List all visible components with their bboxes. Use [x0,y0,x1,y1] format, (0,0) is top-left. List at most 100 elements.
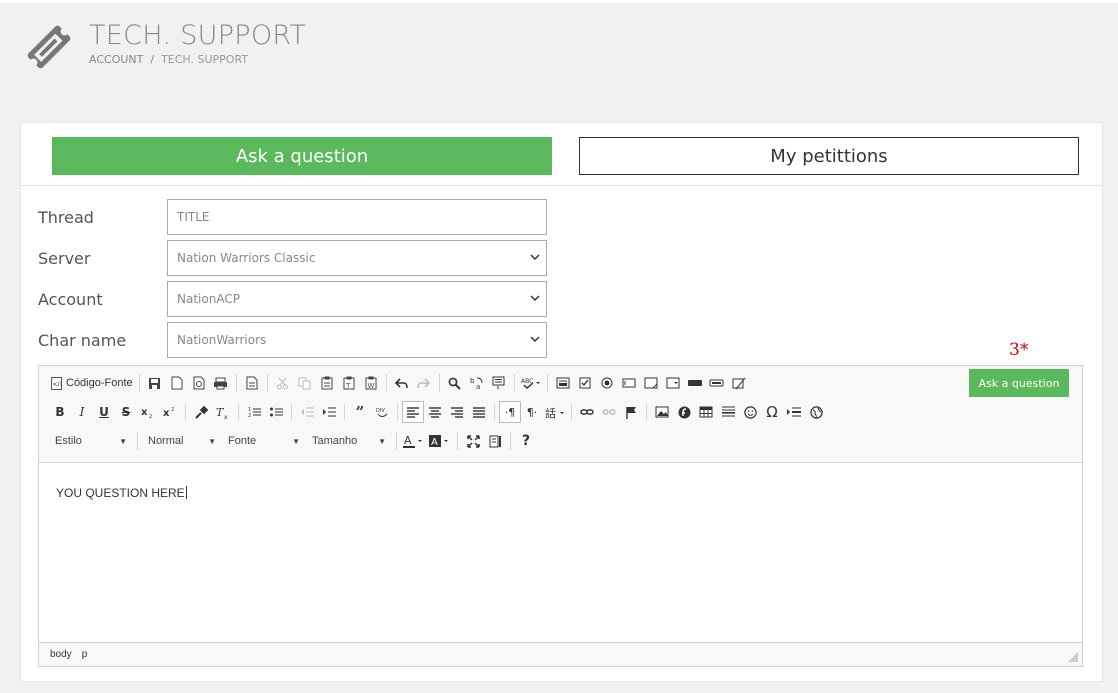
textarea-icon[interactable] [640,372,662,394]
svg-text:a: a [476,383,480,390]
breadcrumb-account[interactable]: ACCOUNT [89,53,143,66]
svg-text:x: x [141,407,148,418]
format-dropdown[interactable]: Normal ▼ [142,430,222,452]
toolbar-separator [344,403,345,421]
redo-icon[interactable] [413,372,435,394]
path-body[interactable]: body [50,649,72,660]
bulleted-list-icon[interactable] [265,401,287,423]
indent-icon[interactable] [318,401,340,423]
svg-text:W: W [367,382,374,390]
print-icon[interactable] [210,372,232,394]
copy-icon[interactable] [294,372,316,394]
paste-word-icon[interactable]: W [360,372,382,394]
strikethrough-icon[interactable]: S [115,401,137,423]
cut-icon[interactable] [272,372,294,394]
iframe-globe-icon[interactable] [805,401,827,423]
svg-text:T: T [345,382,351,390]
blockquote-icon[interactable]: ” [349,401,371,423]
path-p[interactable]: p [82,649,88,660]
hidden-field-icon[interactable] [728,372,750,394]
svg-text:DIV: DIV [376,408,385,414]
bold-icon[interactable]: B [49,401,71,423]
save-icon[interactable] [144,372,166,394]
table-icon[interactable] [695,401,717,423]
account-label: Account [38,290,103,309]
show-blocks-icon[interactable] [484,430,506,452]
spellcheck-icon[interactable]: ABC [519,372,543,394]
link-icon[interactable] [576,401,598,423]
text-field-icon[interactable] [618,372,640,394]
source-icon: </> [51,376,62,390]
superscript-icon[interactable]: x2 [159,401,181,423]
toolbar-separator [385,374,387,392]
server-select[interactable]: Nation Warriors Classic [167,240,547,276]
select-all-icon[interactable] [488,372,510,394]
new-page-icon[interactable] [166,372,188,394]
editor-content[interactable]: YOU QUESTION HERE [56,486,187,500]
top-border [0,0,1118,3]
radio-icon[interactable] [596,372,618,394]
editor-toolbar: </> Código-Fonte [39,366,1082,463]
form-icon[interactable] [552,372,574,394]
horizontal-rule-icon[interactable] [717,401,739,423]
toolbar-separator [513,374,515,392]
help-icon[interactable]: ? [515,430,537,452]
text-color-icon[interactable]: A [401,430,427,452]
toolbar-separator [291,403,292,421]
toolbar-separator [185,403,186,421]
smiley-icon[interactable] [739,401,761,423]
rtl-icon[interactable]: ¶· [521,401,543,423]
font-dropdown[interactable]: Fonte ▼ [222,430,306,452]
button-icon[interactable] [684,372,706,394]
align-center-icon[interactable] [424,401,446,423]
special-char-icon[interactable]: Ω [761,401,783,423]
char-name-select[interactable]: NationWarriors [167,322,547,358]
undo-icon[interactable] [391,372,413,394]
find-icon[interactable] [444,372,466,394]
justify-icon[interactable] [468,401,490,423]
svg-text:話: 話 [545,406,556,419]
source-label: Código-Fonte [66,377,133,389]
templates-icon[interactable] [241,372,263,394]
annotation-marker: 3* [1009,340,1029,360]
image-button-icon[interactable] [706,372,728,394]
account-select[interactable]: NationACP [167,281,547,317]
toolbar-separator [266,374,268,392]
page-break-icon[interactable] [783,401,805,423]
maximize-icon[interactable] [462,430,484,452]
replace-icon[interactable]: ba [466,372,488,394]
flash-icon[interactable] [673,401,695,423]
numbered-list-icon[interactable]: 12 [243,401,265,423]
thread-input[interactable]: TITLE [167,199,547,235]
subscript-icon[interactable]: x2 [137,401,159,423]
anchor-flag-icon[interactable] [620,401,642,423]
copy-format-icon[interactable] [190,401,212,423]
remove-format-icon[interactable]: Tx [212,401,234,423]
tab-my-petitions[interactable]: My petittions [579,137,1079,175]
style-dropdown[interactable]: Estilo ▼ [49,430,133,452]
account-value: NationACP [177,292,240,306]
tab-ask-question[interactable]: Ask a question [52,137,552,175]
unlink-icon[interactable] [598,401,620,423]
language-icon[interactable]: 話 [543,401,567,423]
select-field-icon[interactable] [662,372,684,394]
background-color-icon[interactable]: A [427,430,453,452]
outdent-icon[interactable] [296,401,318,423]
align-left-icon[interactable] [402,401,424,423]
submit-question-button[interactable]: Ask a question [969,369,1069,397]
paste-text-icon[interactable]: T [338,372,360,394]
ltr-icon[interactable]: ·¶ [499,401,521,423]
paste-icon[interactable] [316,372,338,394]
editor-content-text: YOU QUESTION HERE [56,486,185,500]
size-dropdown[interactable]: Tamanho ▼ [306,430,392,452]
div-container-icon[interactable]: DIV [371,401,393,423]
italic-icon[interactable]: I [71,401,93,423]
resize-handle-icon[interactable] [1068,652,1078,662]
checkbox-icon[interactable] [574,372,596,394]
underline-icon[interactable]: U [93,401,115,423]
source-button[interactable]: </> Código-Fonte [49,372,135,394]
image-icon[interactable] [651,401,673,423]
align-right-icon[interactable] [446,401,468,423]
breadcrumb-separator: / [150,53,155,66]
preview-icon[interactable] [188,372,210,394]
